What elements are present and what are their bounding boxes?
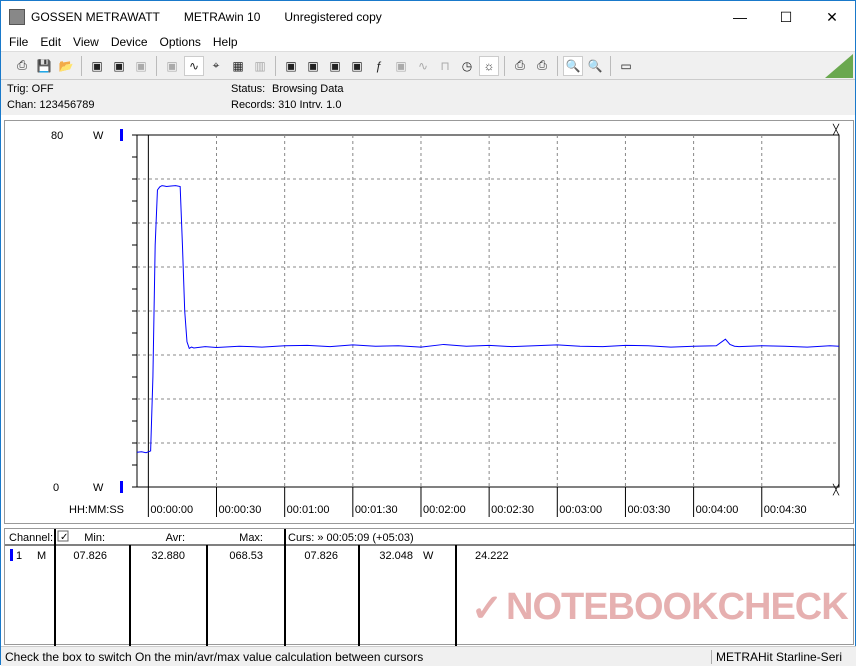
memory-icon[interactable]: ▣ — [131, 56, 151, 76]
device-read-icon[interactable]: ▣ — [87, 56, 107, 76]
x-tick-label: 00:04:00 — [696, 504, 739, 516]
menu-bar: File Edit View Device Options Help — [1, 33, 855, 51]
watermark-text: NOTEBOOKCHECK — [506, 586, 849, 628]
clock-icon[interactable]: ◷ — [457, 56, 477, 76]
menu-help[interactable]: Help — [207, 35, 244, 49]
toolbar-separator — [504, 55, 505, 76]
menu-file[interactable]: File — [3, 35, 34, 49]
avr-header: Avr: — [166, 532, 185, 544]
menu-options[interactable]: Options — [154, 35, 207, 49]
menu-view[interactable]: View — [67, 35, 105, 49]
print-icon[interactable]: ⎙ — [510, 56, 530, 76]
row-channel: 1 — [16, 550, 22, 562]
status-hint: Check the box to switch On the min/avr/m… — [5, 649, 424, 664]
row-unit: W — [423, 550, 434, 562]
export-icon[interactable]: ⎙ — [12, 56, 32, 76]
status-device: METRAHit Starline-Seri — [711, 649, 842, 664]
x-tick-label: 00:02:00 — [423, 504, 466, 516]
chart-area[interactable]: 00:00:00 00:00:30 00:01:00 00:01:30 00:02:00… — [4, 120, 854, 524]
device-icon[interactable]: ▣ — [109, 56, 129, 76]
cursor-bottom-marker: ╳ — [832, 483, 840, 496]
crosshair-icon[interactable]: ⌖ — [206, 56, 226, 76]
status-bar: Check the box to switch On the min/avr/m… — [1, 646, 856, 666]
title-bar: GOSSEN METRAWATT METRAwin 10 Unregistere… — [1, 1, 855, 33]
status-value: Browsing Data — [272, 83, 344, 95]
table-icon[interactable]: ▦ — [228, 56, 248, 76]
maximize-button[interactable]: ☐ — [763, 2, 809, 32]
open-icon[interactable]: 📂 — [56, 56, 76, 76]
menu-device[interactable]: Device — [105, 35, 154, 49]
row-min: 07.826 — [73, 550, 107, 562]
row-mode: M — [37, 550, 46, 562]
x-tick-label: 00:02:30 — [491, 504, 534, 516]
comment-icon[interactable]: ▭ — [616, 56, 636, 76]
copy-icon[interactable]: ▣ — [281, 56, 301, 76]
resize-corner-icon — [825, 54, 853, 78]
channel-color-marker — [10, 549, 13, 561]
x-tick-label: 00:04:30 — [764, 504, 807, 516]
row-avr: 32.880 — [151, 550, 185, 562]
chart-svg[interactable]: 00:00:00 00:00:30 00:01:00 00:01:30 00:02:00… — [5, 121, 855, 525]
y-min-label: 0 — [53, 482, 59, 494]
toolbar: ⎙ 💾 📂 ▣ ▣ ▣ ▣ ∿ ⌖ ▦ ▥ ▣ ▣ ▣ ▣ ƒ ▣ ∿ ⊓ ◷ ☼ ⎙ ⎙ 🔍 🔍 ▭ — [1, 51, 855, 79]
zoom-icon[interactable]: 🔍 — [585, 56, 605, 76]
check-icon: ✓ — [60, 532, 68, 543]
save-icon[interactable]: 💾 — [34, 56, 54, 76]
transfer-icon[interactable]: ▣ — [303, 56, 323, 76]
histogram-icon[interactable]: ▥ — [250, 56, 270, 76]
y-unit-bottom: W — [93, 482, 104, 494]
toolbar-separator — [81, 55, 82, 76]
channel-header: Channel: — [9, 532, 53, 544]
title-app: METRAwin 10 — [183, 10, 261, 24]
toolbar-separator — [557, 55, 558, 76]
max-header: Max: — [239, 532, 263, 544]
x-tick-label: 00:00:30 — [219, 504, 262, 516]
list-icon[interactable]: ▣ — [325, 56, 345, 76]
x-tick-label: 00:01:30 — [355, 504, 398, 516]
app-icon — [9, 9, 25, 25]
close-button[interactable]: ✕ — [809, 2, 855, 32]
printer-icon[interactable]: ⎙ — [532, 56, 552, 76]
channels: Chan: 123456789 — [7, 99, 95, 111]
trigger-status: Trig: OFF — [7, 83, 54, 95]
toolbar-separator — [156, 55, 157, 76]
cursor-header: Curs: » 00:05:09 (+05:03) — [288, 532, 414, 544]
min-header: Min: — [84, 532, 105, 544]
menu-edit[interactable]: Edit — [34, 35, 67, 49]
toolbar-separator — [610, 55, 611, 76]
minimize-button[interactable]: — — [717, 2, 763, 32]
x-tick-label: 00:03:30 — [627, 504, 670, 516]
y-max-label: 80 — [51, 130, 63, 142]
wave-icon[interactable]: ∿ — [413, 56, 433, 76]
print-list-icon[interactable]: ▣ — [162, 56, 182, 76]
toolbar-separator — [275, 55, 276, 76]
trigger-icon[interactable]: ☼ — [479, 55, 499, 76]
row-cursor-diff: 24.222 — [475, 550, 509, 562]
x-tick-label: 00:01:00 — [287, 504, 330, 516]
monitor-icon[interactable]: ▣ — [347, 56, 367, 76]
row-cursor2: 32.048 — [379, 550, 413, 562]
meter-icon[interactable]: ▣ — [391, 56, 411, 76]
records: Records: 310 Intrv. 1.0 — [231, 99, 342, 111]
y-scale-marker-bottom — [120, 481, 123, 493]
y-unit-top: W — [93, 130, 104, 142]
x-tick-label: 00:00:00 — [150, 504, 193, 516]
curve-icon[interactable]: ∿ — [184, 55, 204, 76]
cursor-top-marker: ╳ — [832, 123, 840, 136]
status-label: Status: — [231, 83, 266, 95]
row-max: 068.53 — [229, 550, 263, 562]
zoom-wave-icon[interactable]: 🔍 — [563, 55, 583, 76]
pulse-icon[interactable]: ⊓ — [435, 56, 455, 76]
function-icon[interactable]: ƒ — [369, 56, 389, 76]
watermark-logo: ✓ — [471, 588, 503, 630]
row-cursor1: 07.826 — [304, 550, 338, 562]
y-scale-marker-top — [120, 129, 123, 141]
x-tick-label: 00:03:00 — [559, 504, 602, 516]
title-brand: GOSSEN METRAWATT — [31, 10, 160, 24]
x-axis-label: HH:MM:SS — [69, 504, 124, 516]
info-panel: Trig: OFF Chan: 123456789 Status: Browsi… — [1, 79, 855, 115]
title-license: Unregistered copy — [284, 10, 382, 24]
